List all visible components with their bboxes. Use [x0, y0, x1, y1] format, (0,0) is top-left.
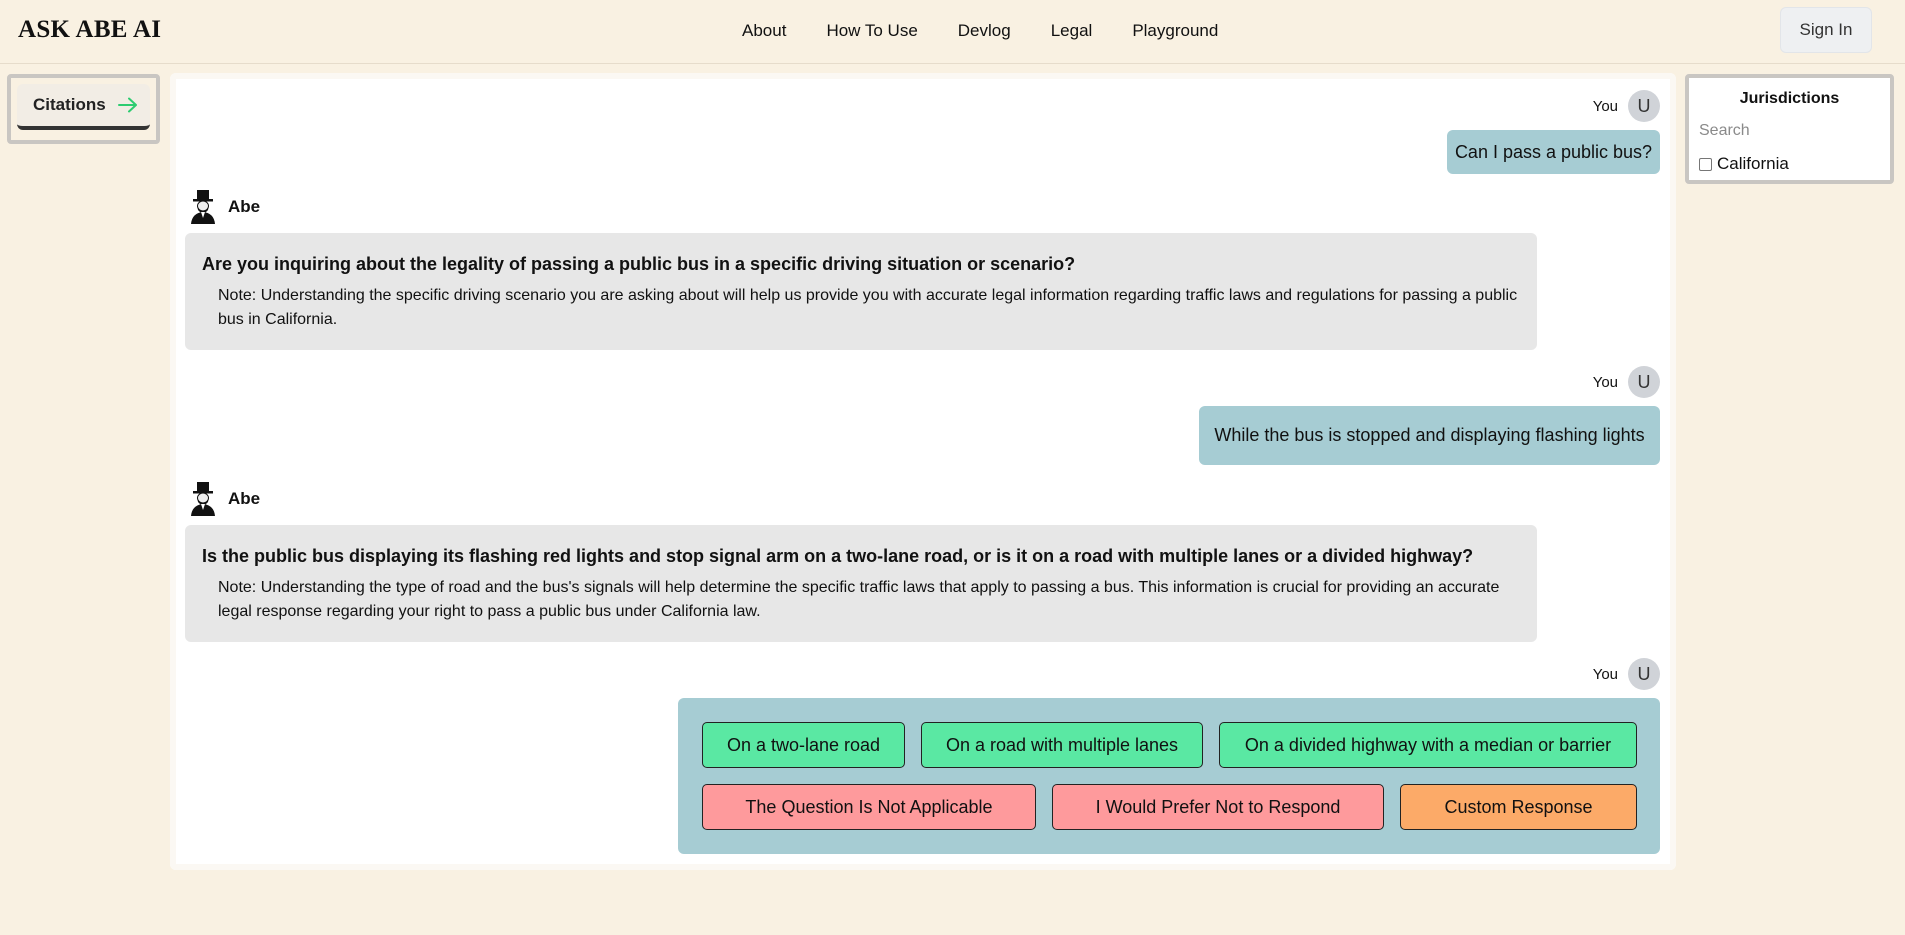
user-header: You U	[1593, 90, 1660, 122]
citations-button[interactable]: Citations	[17, 84, 150, 130]
nav-link-how-to-use[interactable]: How To Use	[826, 21, 917, 41]
prefer-not-to-respond-button[interactable]: I Would Prefer Not to Respond	[1052, 784, 1384, 830]
option-multiple-lanes-button[interactable]: On a road with multiple lanes	[921, 722, 1203, 768]
user-avatar: U	[1628, 658, 1660, 690]
not-applicable-button[interactable]: The Question Is Not Applicable	[702, 784, 1036, 830]
assistant-header: Abe	[188, 482, 260, 516]
jurisdiction-option-california[interactable]: California	[1699, 154, 1789, 174]
assistant-note: Note: Understanding the specific driving…	[218, 287, 1518, 328]
option-divided-highway-button[interactable]: On a divided highway with a median or ba…	[1219, 722, 1637, 768]
main-nav: About How To Use Devlog Legal Playground	[742, 21, 1218, 41]
app-logo[interactable]: ASK ABE AI	[18, 16, 161, 44]
assistant-message: Are you inquiring about the legality of …	[185, 233, 1537, 350]
jurisdiction-option-label: California	[1717, 154, 1789, 173]
jurisdictions-panel: Jurisdictions California	[1685, 74, 1894, 184]
custom-response-button[interactable]: Custom Response	[1400, 784, 1637, 830]
chat-panel: You U Can I pass a public bus? Abe Are y…	[170, 73, 1676, 870]
abe-lincoln-avatar-icon	[191, 190, 215, 224]
response-options-panel: On a two-lane road On a road with multip…	[678, 698, 1660, 854]
user-message: While the bus is stopped and displaying …	[1199, 406, 1660, 465]
california-checkbox[interactable]	[1699, 157, 1712, 171]
assistant-header: Abe	[188, 190, 260, 224]
option-two-lane-road-button[interactable]: On a two-lane road	[702, 722, 905, 768]
user-avatar: U	[1628, 366, 1660, 398]
arrow-right-icon	[117, 97, 137, 113]
assistant-question: Are you inquiring about the legality of …	[202, 254, 1076, 274]
nav-link-playground[interactable]: Playground	[1132, 21, 1218, 41]
assistant-name: Abe	[228, 197, 261, 216]
user-message: Can I pass a public bus?	[1447, 130, 1660, 174]
jurisdiction-search-input[interactable]	[1699, 120, 1879, 142]
nav-link-legal[interactable]: Legal	[1051, 21, 1093, 41]
user-avatar: U	[1628, 90, 1660, 122]
jurisdictions-title: Jurisdictions	[1739, 90, 1840, 107]
user-label: You	[1592, 373, 1618, 391]
sign-in-button[interactable]: Sign In	[1780, 7, 1872, 53]
user-label: You	[1592, 665, 1618, 683]
user-label: You	[1592, 97, 1618, 115]
user-header: You U	[1593, 658, 1660, 690]
assistant-name: Abe	[228, 489, 261, 508]
nav-link-about[interactable]: About	[742, 21, 786, 41]
user-header: You U	[1593, 366, 1660, 398]
assistant-message: Is the public bus displaying its flashin…	[185, 525, 1537, 642]
abe-lincoln-avatar-icon	[191, 482, 215, 516]
assistant-note: Note: Understanding the type of road and…	[218, 579, 1500, 620]
assistant-question: Is the public bus displaying its flashin…	[202, 546, 1474, 566]
top-navbar: ASK ABE AI About How To Use Devlog Legal…	[0, 0, 1905, 64]
citations-panel: Citations	[7, 74, 160, 144]
citations-label: Citations	[33, 95, 106, 114]
nav-link-devlog[interactable]: Devlog	[958, 21, 1011, 41]
